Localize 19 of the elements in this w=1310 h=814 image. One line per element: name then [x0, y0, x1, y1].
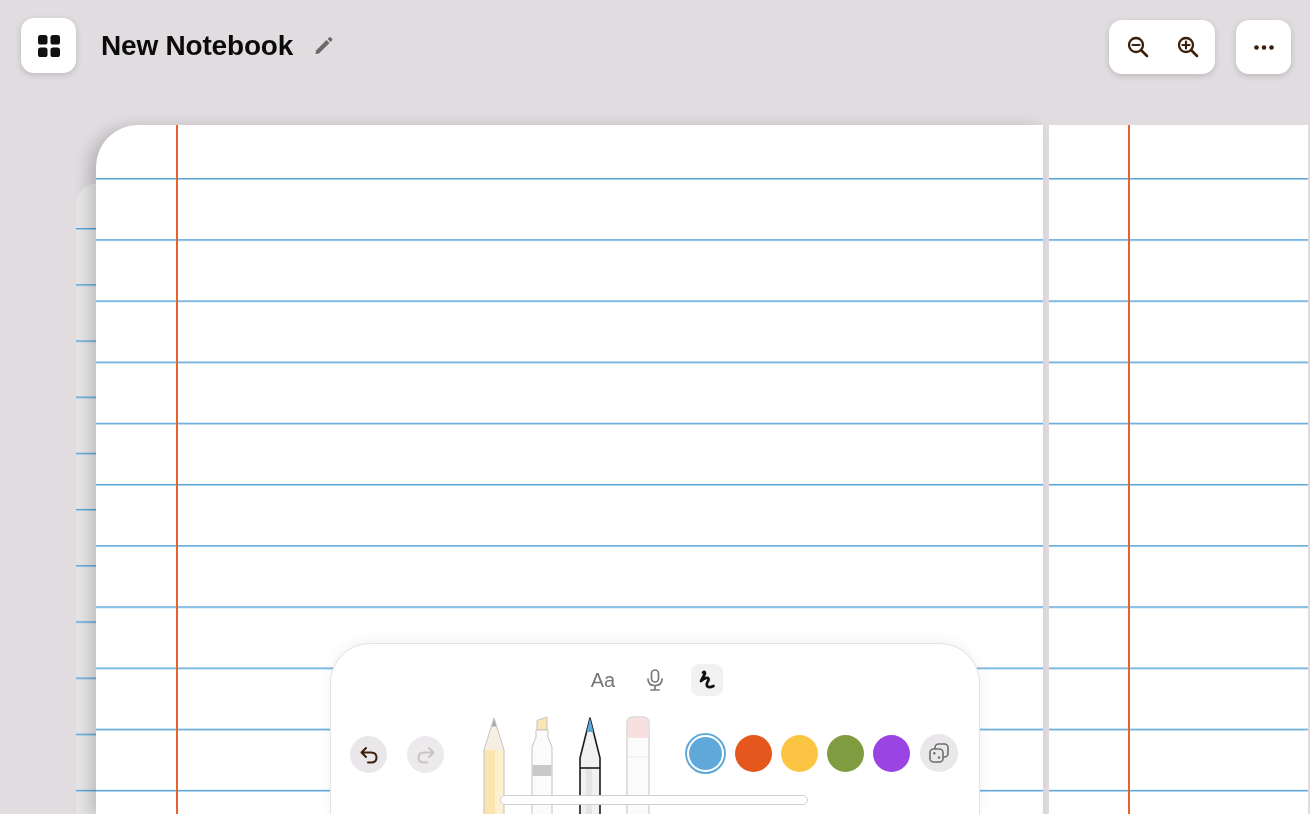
zoom-in-icon[interactable] — [1177, 36, 1199, 58]
grid-icon — [37, 34, 60, 57]
scribble-icon — [698, 670, 717, 690]
pencil-icon[interactable] — [314, 36, 334, 55]
notebook-title: New Notebook — [101, 28, 294, 63]
color-swatch-icon[interactable] — [735, 734, 772, 772]
color-swatch-icon[interactable] — [685, 732, 726, 774]
grid-button[interactable] — [21, 18, 76, 73]
microphone-icon — [646, 669, 665, 691]
text-mode-button[interactable]: Aa — [586, 664, 620, 696]
color-options-button[interactable] — [920, 734, 958, 772]
stacked-squares-icon — [928, 742, 950, 764]
more-icon — [1253, 44, 1274, 50]
color-swatch-icon[interactable] — [873, 734, 910, 772]
undo-button[interactable] — [350, 736, 387, 773]
zoom-out-icon[interactable] — [1127, 36, 1149, 58]
handwriting-button[interactable] — [691, 664, 724, 696]
color-swatch-icon[interactable] — [781, 734, 818, 772]
color-swatch-icon[interactable] — [827, 734, 864, 772]
